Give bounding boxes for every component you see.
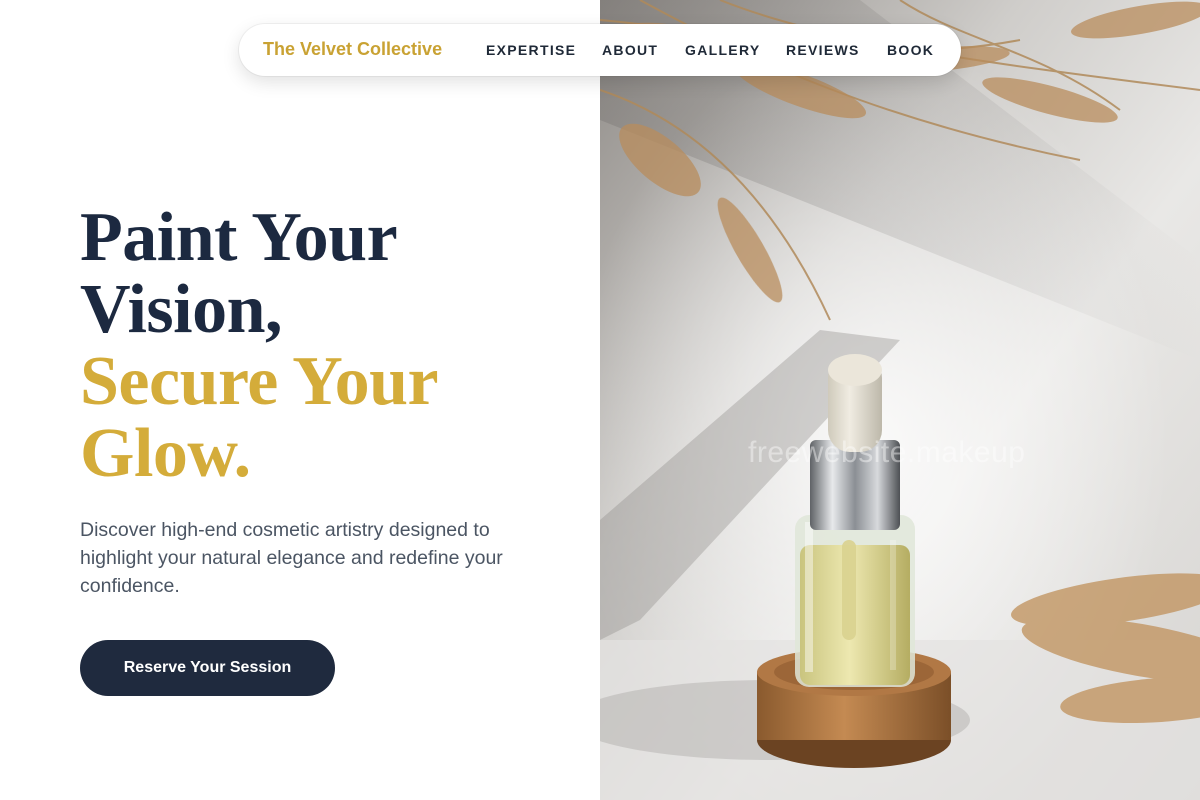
nav-link-gallery[interactable]: GALLERY: [685, 42, 760, 58]
headline-line-1: Paint Your: [80, 199, 398, 276]
nav-link-book[interactable]: BOOK: [887, 42, 934, 58]
reserve-session-button[interactable]: Reserve Your Session: [80, 640, 335, 696]
nav-link-about[interactable]: ABOUT: [602, 42, 658, 58]
nav-link-reviews[interactable]: REVIEWS: [786, 42, 860, 58]
nav-link-expertise[interactable]: EXPERTISE: [486, 42, 576, 58]
serum-bottle-photo: [600, 0, 1200, 800]
headline-line-4: Glow.: [80, 415, 251, 492]
watermark: freewebsite.makeup: [748, 436, 1026, 469]
headline-line-3: Secure Your: [80, 343, 439, 420]
headline-line-2: Vision,: [80, 271, 283, 348]
brand-logo-link[interactable]: The Velvet Collective: [263, 39, 442, 60]
hero-headline: Paint Your Vision, Secure Your Glow.: [80, 199, 439, 492]
hero-image: freewebsite.makeup: [600, 0, 1200, 800]
hero-text-panel: Paint Your Vision, Secure Your Glow. Dis…: [0, 0, 600, 800]
hero-subtitle: Discover high-end cosmetic artistry desi…: [80, 519, 503, 597]
top-navbar: The Velvet Collective EXPERTISE ABOUT GA…: [239, 24, 961, 76]
